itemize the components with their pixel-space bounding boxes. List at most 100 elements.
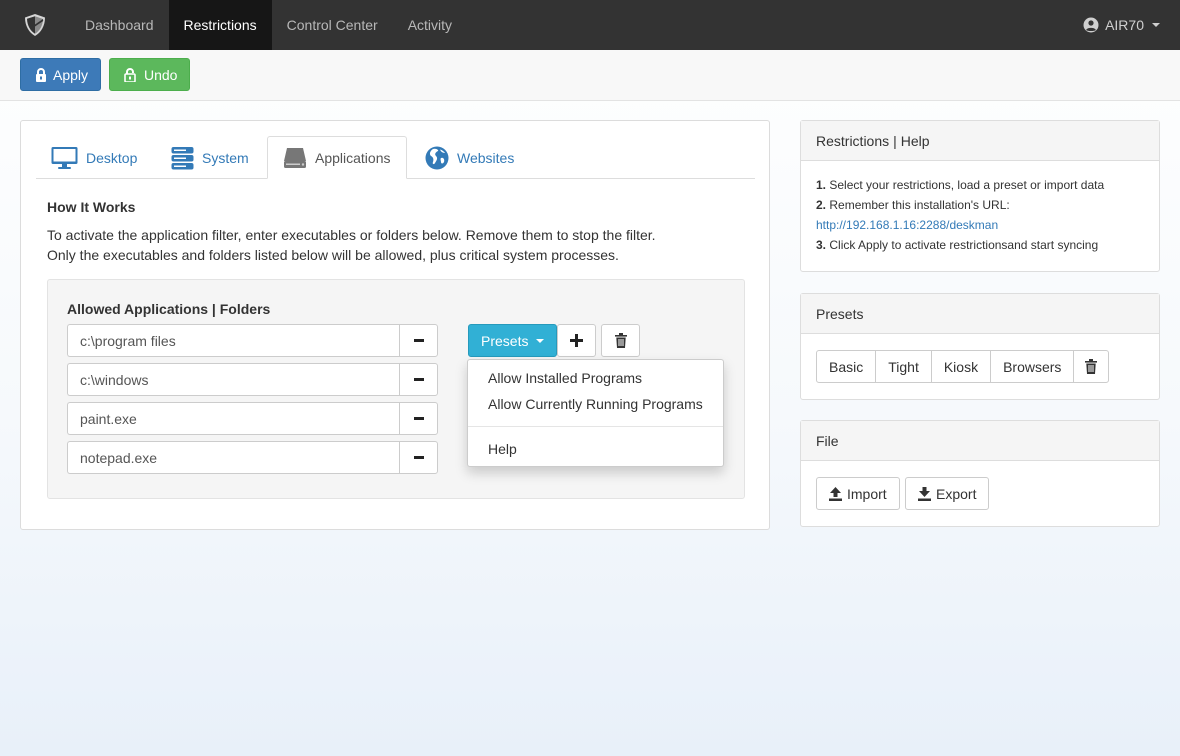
tab-system-label: System	[202, 149, 249, 166]
nav-dashboard[interactable]: Dashboard	[70, 0, 169, 50]
nav-control-center-label: Control Center	[286, 17, 378, 33]
allowed-applications-title: Allowed Applications | Folders	[67, 301, 271, 317]
menu-item-help[interactable]: Help	[488, 441, 517, 457]
allowed-entry-input[interactable]	[67, 441, 399, 474]
help-step-1-number: 1.	[816, 178, 827, 192]
trash-icon	[1085, 359, 1098, 374]
nav-dashboard-label: Dashboard	[85, 17, 154, 33]
help-panel: Restrictions | Help 1. Select your restr…	[800, 120, 1160, 272]
menu-item-allow-installed[interactable]: Allow Installed Programs	[488, 370, 642, 386]
hard-drive-icon	[284, 147, 306, 168]
nav-restrictions[interactable]: Restrictions	[168, 0, 272, 50]
download-icon	[918, 486, 931, 501]
minus-icon	[413, 456, 424, 459]
remove-entry-button[interactable]	[399, 402, 438, 435]
nav-control-center[interactable]: Control Center	[272, 0, 393, 50]
help-step-2-number: 2.	[816, 198, 827, 212]
export-label: Export	[936, 485, 977, 502]
minus-icon	[413, 378, 424, 381]
unlock-icon	[124, 67, 136, 82]
brand-logo[interactable]	[0, 0, 70, 50]
allowed-entry-row	[67, 402, 438, 435]
server-icon	[171, 146, 194, 169]
help-panel-title-help: Help	[900, 132, 930, 149]
undo-label: Undo	[144, 66, 178, 83]
presets-dropdown-label: Presets	[481, 332, 529, 349]
help-step-2-text: Remember this installation's URL:	[829, 198, 1010, 212]
help-panel-title-separator: |	[893, 132, 897, 149]
file-panel-title: File	[816, 432, 839, 449]
remove-entry-button[interactable]	[399, 441, 438, 474]
presets-dropdown-menu: Allow Installed Programs Allow Currently…	[467, 359, 724, 467]
minus-icon	[413, 339, 424, 342]
menu-item-allow-running[interactable]: Allow Currently Running Programs	[488, 396, 703, 412]
import-button[interactable]: Import	[816, 477, 900, 510]
allowed-entry-row	[67, 363, 438, 396]
allowed-entry-input[interactable]	[67, 324, 399, 357]
help-step-3-text: Click Apply to activate restrictionsand …	[829, 238, 1099, 252]
nav-activity-label: Activity	[407, 17, 453, 33]
upload-icon	[829, 486, 842, 501]
help-step-1: 1. Select your restrictions, load a pres…	[816, 175, 1144, 195]
presets-dropdown-button[interactable]: Presets	[468, 324, 558, 357]
help-panel-header: Restrictions | Help	[801, 121, 1159, 161]
apply-label: Apply	[53, 66, 89, 83]
allowed-entry-row	[67, 324, 438, 357]
presets-panel-title: Presets	[816, 305, 864, 322]
tab-websites-label: Websites	[457, 149, 515, 166]
user-circle-icon	[1083, 17, 1099, 33]
file-panel: File Import Export	[800, 420, 1160, 527]
remove-entry-button[interactable]	[399, 363, 438, 396]
help-step-3-number: 3.	[816, 238, 827, 252]
how-it-works-text: To activate the application filter, ente…	[47, 225, 656, 265]
preset-basic-button[interactable]: Basic	[816, 350, 877, 383]
preset-delete-button[interactable]	[1073, 350, 1110, 383]
file-panel-header: File	[801, 421, 1159, 461]
lock-icon	[36, 67, 46, 82]
help-panel-title-restrictions: Restrictions	[816, 132, 890, 149]
add-entry-button[interactable]	[557, 324, 596, 357]
allowed-entry-input[interactable]	[67, 402, 399, 435]
how-it-works-title: How It Works	[47, 199, 136, 215]
toolbar: Apply Undo	[0, 50, 1180, 101]
clear-entries-button[interactable]	[601, 324, 640, 357]
help-panel-body: 1. Select your restrictions, load a pres…	[801, 161, 1159, 255]
allowed-entry-row	[67, 441, 438, 474]
presets-panel-header: Presets	[801, 294, 1159, 334]
nav-restrictions-label: Restrictions	[183, 17, 257, 33]
preset-browsers-button[interactable]: Browsers	[990, 350, 1075, 383]
tab-system[interactable]: System	[156, 136, 264, 179]
preset-tight-button[interactable]: Tight	[875, 350, 932, 383]
restrictions-panel: Desktop System Applications Websites How…	[20, 120, 770, 530]
apply-button[interactable]: Apply	[20, 58, 102, 91]
tab-desktop[interactable]: Desktop	[36, 136, 152, 179]
export-button[interactable]: Export	[905, 477, 990, 510]
tab-desktop-label: Desktop	[86, 149, 138, 166]
plus-icon	[570, 334, 583, 347]
user-menu[interactable]: AIR70	[1083, 0, 1160, 50]
import-label: Import	[847, 485, 887, 502]
user-name: AIR70	[1105, 17, 1144, 33]
trash-icon	[614, 333, 627, 348]
help-step-2: 2. Remember this installation's URL:	[816, 195, 1144, 215]
nav-activity[interactable]: Activity	[393, 0, 467, 50]
chevron-down-icon	[1152, 23, 1160, 27]
monitor-icon	[51, 146, 78, 169]
tab-websites[interactable]: Websites	[410, 136, 529, 179]
globe-icon	[425, 146, 449, 169]
installation-url-link[interactable]: http://192.168.1.16:2288/deskman	[816, 218, 998, 232]
how-it-works-line1: To activate the application filter, ente…	[47, 227, 656, 243]
help-step-3: 3. Click Apply to activate restrictionsa…	[816, 235, 1144, 255]
menu-divider	[468, 426, 723, 427]
top-navbar: Dashboard Restrictions Control Center Ac…	[0, 0, 1180, 50]
undo-button[interactable]: Undo	[109, 58, 191, 91]
restriction-tabs: Desktop System Applications Websites	[36, 136, 755, 179]
allowed-entry-input[interactable]	[67, 363, 399, 396]
preset-kiosk-button[interactable]: Kiosk	[930, 350, 992, 383]
minus-icon	[413, 417, 424, 420]
tab-applications-label: Applications	[315, 149, 391, 166]
shield-icon	[25, 14, 45, 36]
tab-applications[interactable]: Applications	[267, 136, 407, 179]
presets-panel: Presets Basic Tight Kiosk Browsers	[800, 293, 1160, 400]
remove-entry-button[interactable]	[399, 324, 438, 357]
